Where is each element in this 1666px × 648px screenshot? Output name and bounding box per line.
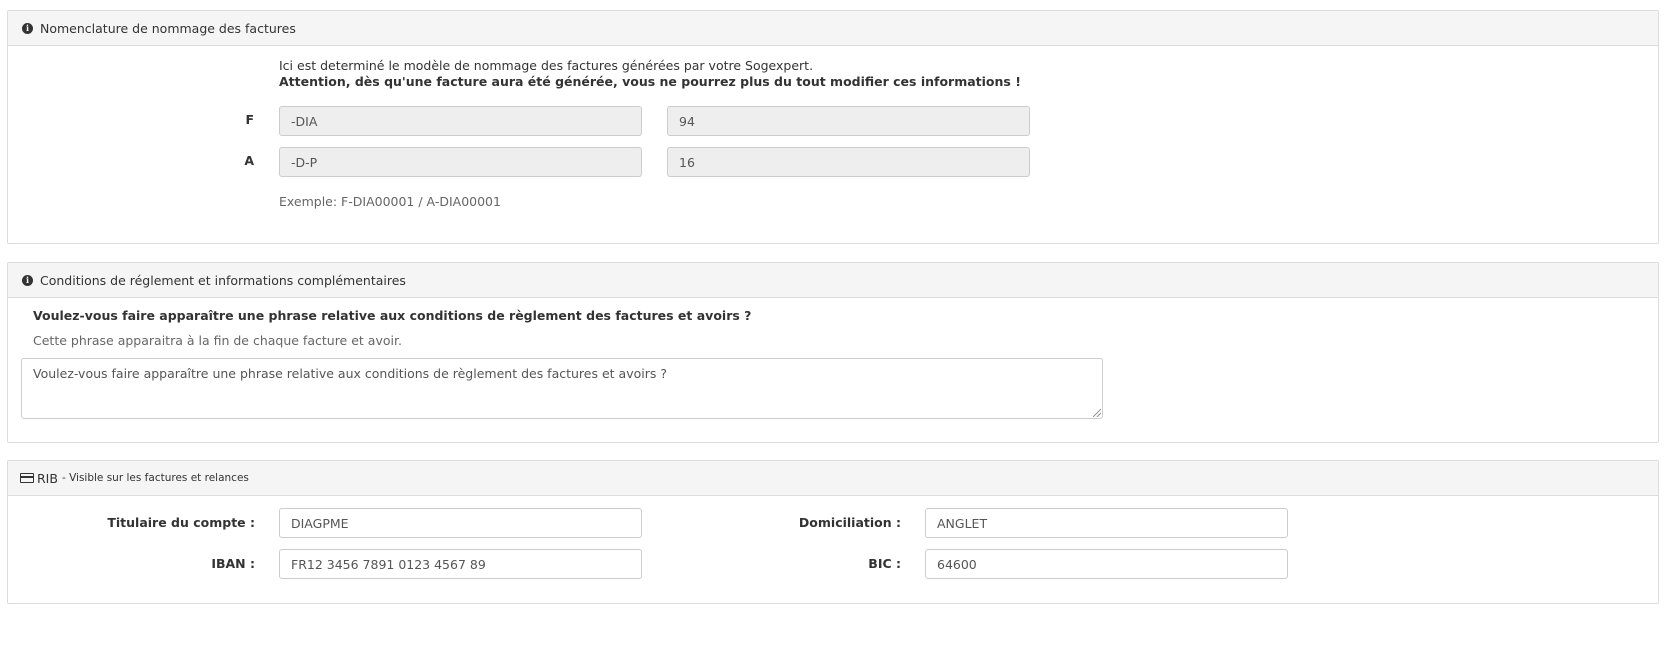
invoice-suffix-field[interactable]: -DIA	[279, 106, 642, 136]
info-icon: i	[22, 274, 33, 286]
iban-label: IBAN :	[211, 556, 255, 571]
bic-label: BIC :	[868, 556, 901, 571]
domiciliation-label: Domiciliation :	[798, 515, 901, 530]
invoice-prefix-label: F	[245, 112, 254, 127]
payment-panel: i Conditions de réglement et information…	[7, 262, 1659, 443]
rib-panel: RIB - Visible sur les factures et relanc…	[7, 460, 1659, 604]
naming-panel-title: Nomenclature de nommage des factures	[40, 20, 296, 36]
payment-question: Voulez-vous faire apparaître une phrase …	[33, 308, 752, 323]
resize-grip-icon[interactable]	[1093, 409, 1101, 417]
credit-card-icon	[20, 473, 34, 483]
naming-intro: Ici est determiné le modèle de nommage d…	[279, 58, 814, 73]
account-holder-label: Titulaire du compte :	[107, 515, 255, 530]
invoice-counter-field[interactable]: 94	[667, 106, 1030, 136]
rib-panel-title: RIB	[37, 470, 58, 486]
account-holder-field[interactable]: DIAGPME	[279, 508, 642, 538]
naming-panel: i Nomenclature de nommage des factures I…	[7, 10, 1659, 244]
payment-help: Cette phrase apparaitra à la fin de chaq…	[33, 333, 402, 348]
iban-field[interactable]: FR12 3456 7891 0123 4567 89	[279, 549, 642, 579]
payment-conditions-value: Voulez-vous faire apparaître une phrase …	[33, 366, 667, 381]
naming-warning: Attention, dès qu'une facture aura été g…	[279, 74, 1021, 89]
rib-panel-subtitle: - Visible sur les factures et relances	[61, 472, 249, 484]
payment-panel-heading: i Conditions de réglement et information…	[8, 263, 1658, 298]
domiciliation-field[interactable]: ANGLET	[925, 508, 1288, 538]
rib-panel-heading: RIB - Visible sur les factures et relanc…	[8, 461, 1658, 496]
payment-conditions-textarea[interactable]: Voulez-vous faire apparaître une phrase …	[21, 358, 1103, 419]
credit-suffix-field[interactable]: -D-P	[279, 147, 642, 177]
naming-example: Exemple: F-DIA00001 / A-DIA00001	[279, 194, 501, 209]
naming-panel-heading: i Nomenclature de nommage des factures	[8, 11, 1658, 46]
info-icon: i	[22, 22, 33, 34]
credit-prefix-label: A	[244, 153, 254, 168]
bic-field[interactable]: 64600	[925, 549, 1288, 579]
credit-counter-field[interactable]: 16	[667, 147, 1030, 177]
payment-panel-title: Conditions de réglement et informations …	[40, 272, 406, 288]
